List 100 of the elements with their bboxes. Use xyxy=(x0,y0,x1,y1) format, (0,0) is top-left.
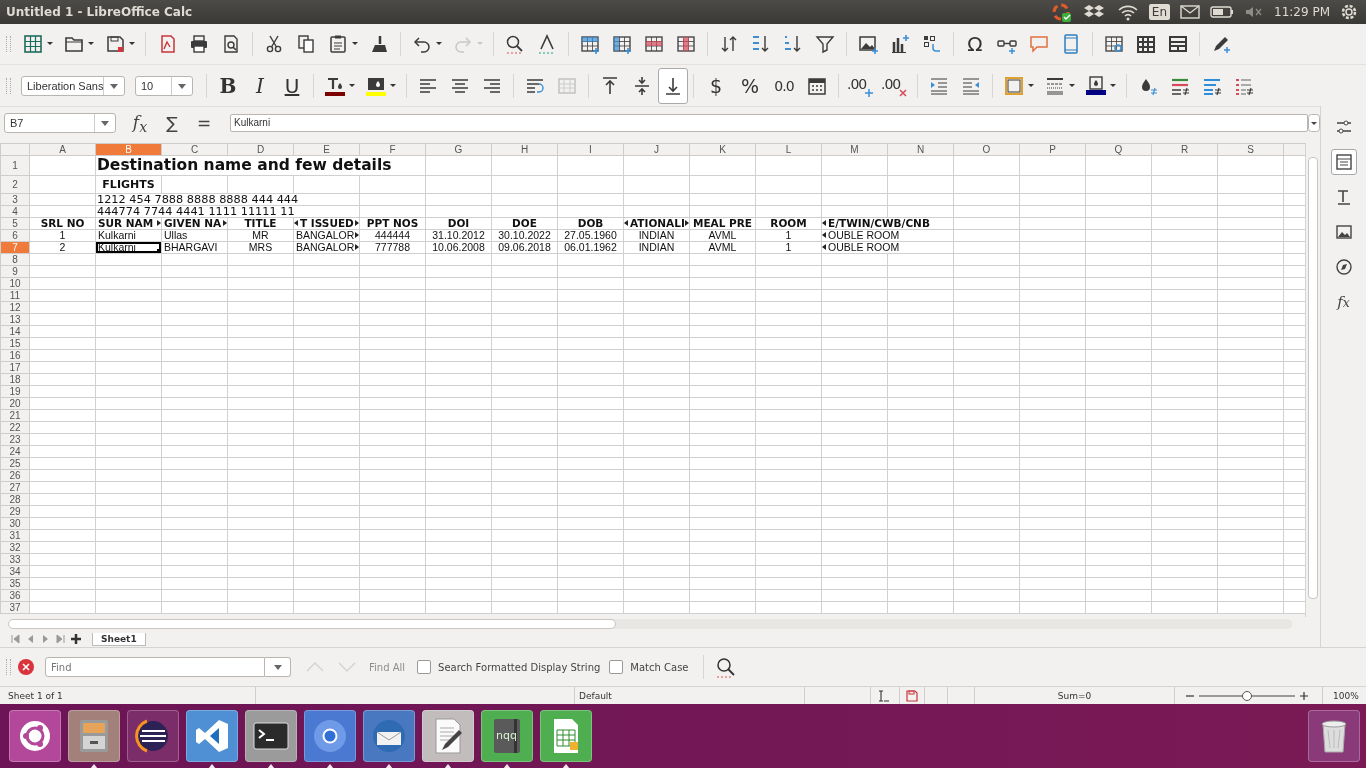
keyboard-layout-indicator[interactable]: En xyxy=(1148,4,1170,20)
font-name-field[interactable]: Liberation Sans xyxy=(21,75,125,96)
column-header[interactable]: K xyxy=(689,143,756,156)
checkbox[interactable] xyxy=(417,660,432,674)
clipboard-icon[interactable] xyxy=(327,33,349,55)
column-header[interactable]: O xyxy=(953,143,1020,156)
speaker-muted-icon[interactable] xyxy=(1244,4,1264,20)
sheet-indicator: Sheet 1 of 1 xyxy=(8,690,63,701)
column-header[interactable]: R xyxy=(1151,143,1218,156)
percent-button[interactable]: % xyxy=(737,74,763,97)
split-icon[interactable] xyxy=(1167,33,1189,55)
clock[interactable]: 11:29 PM xyxy=(1274,5,1330,19)
power-icon[interactable] xyxy=(1340,2,1358,22)
delete-rows-icon[interactable] xyxy=(643,33,665,55)
expand-icon[interactable] xyxy=(1308,114,1320,133)
table-cell: SRL NO xyxy=(29,217,96,230)
table-cell: 1 xyxy=(755,229,822,242)
slider-thumb[interactable] xyxy=(1242,690,1252,701)
search-icon[interactable] xyxy=(714,656,737,678)
print-area-icon[interactable] xyxy=(1103,33,1125,55)
cross-icon xyxy=(899,88,907,97)
number-format-button[interactable]: 0.0 xyxy=(771,77,797,94)
scrollbar-thumb[interactable] xyxy=(1308,156,1318,599)
plus-icon xyxy=(865,88,873,97)
copy-icon[interactable] xyxy=(295,33,317,55)
formula-input[interactable]: Kulkarni xyxy=(230,114,1308,133)
filter-icon[interactable] xyxy=(814,33,836,55)
launcher-item[interactable] xyxy=(67,710,120,762)
table-cell: DOE xyxy=(491,217,558,230)
column-header[interactable]: H xyxy=(491,143,558,156)
launcher-item[interactable] xyxy=(421,710,474,762)
row-header[interactable]: 1 xyxy=(0,155,30,176)
name-box[interactable]: B7 xyxy=(4,113,116,134)
italic-button[interactable]: I xyxy=(248,73,272,98)
print-icon[interactable] xyxy=(188,33,210,55)
function-wizard-button[interactable]: f$_{x}$ xyxy=(124,111,156,136)
column-header[interactable]: P xyxy=(1019,143,1086,156)
freeze-icon[interactable] xyxy=(1135,33,1157,55)
launcher-item[interactable] xyxy=(126,710,179,762)
sidebar-tab[interactable] xyxy=(1330,149,1357,175)
pivot-table-icon[interactable] xyxy=(921,33,943,55)
zoom-level[interactable]: 100% xyxy=(1333,690,1359,701)
launcher-item[interactable] xyxy=(244,710,297,762)
table-cell: SUR NAM xyxy=(95,217,162,230)
dropdown-button[interactable] xyxy=(265,657,291,677)
bold-button[interactable]: B xyxy=(216,73,240,98)
border-color-icon[interactable] xyxy=(1085,74,1107,97)
column-header[interactable]: J xyxy=(623,143,690,156)
column-header[interactable]: S xyxy=(1217,143,1284,156)
table-cell: Ullas xyxy=(161,229,228,242)
update-icon[interactable] xyxy=(1050,2,1071,22)
save-icon[interactable] xyxy=(906,689,918,702)
zoom-in-icon[interactable] xyxy=(1299,690,1309,701)
column-header[interactable]: E xyxy=(293,143,360,156)
launcher-item[interactable] xyxy=(185,710,238,762)
special-character-button[interactable]: Ω xyxy=(963,32,987,56)
app-label: nqq xyxy=(495,729,518,742)
column-header[interactable]: Q xyxy=(1085,143,1152,156)
dropdown-arrow-icon[interactable] xyxy=(272,662,283,672)
launcher-item[interactable] xyxy=(8,710,61,762)
launcher-item[interactable] xyxy=(362,710,415,762)
underline-button[interactable]: U xyxy=(280,73,304,98)
add-decimal-button[interactable]: .00 xyxy=(847,74,875,97)
column-header[interactable]: I xyxy=(557,143,624,156)
checkbox[interactable] xyxy=(609,660,624,674)
align-bottom-icon[interactable] xyxy=(658,67,688,104)
column-header[interactable]: M xyxy=(821,143,888,156)
insert-rows-icon[interactable] xyxy=(579,33,601,55)
mail-icon[interactable] xyxy=(1180,4,1200,20)
spreadsheet-icon[interactable] xyxy=(22,33,44,55)
font-size-field[interactable]: 10 xyxy=(135,75,193,96)
save-icon[interactable] xyxy=(104,33,126,55)
delete-columns-icon[interactable] xyxy=(675,33,697,55)
column-header[interactable]: L xyxy=(755,143,822,156)
find-field[interactable]: Find xyxy=(45,657,265,677)
add-sheet-icon[interactable] xyxy=(71,634,81,645)
sum-button[interactable]: ∑ xyxy=(156,113,188,134)
horizontal-scrollbar[interactable] xyxy=(8,619,1292,630)
delete-decimal-button[interactable]: .00 xyxy=(881,74,909,97)
launcher-item[interactable]: nqq xyxy=(480,710,533,762)
sheet-tab[interactable]: Sheet1 xyxy=(92,632,146,646)
column-header[interactable]: N xyxy=(887,143,954,156)
launcher-item[interactable] xyxy=(1307,710,1360,762)
formula-button[interactable]: = xyxy=(188,113,220,134)
battery-icon[interactable] xyxy=(1210,4,1234,20)
column-header[interactable]: C xyxy=(161,143,228,156)
chart-icon[interactable] xyxy=(889,33,911,55)
insert-columns-icon[interactable] xyxy=(611,33,633,55)
launcher-item[interactable] xyxy=(303,710,356,762)
close-icon[interactable] xyxy=(17,658,35,676)
currency-button[interactable]: $ xyxy=(703,74,729,97)
table-cell: Destination name and few details xyxy=(95,155,426,176)
wifi-icon[interactable] xyxy=(1116,3,1139,21)
launcher-item[interactable] xyxy=(539,710,592,762)
column-header[interactable]: D xyxy=(227,143,294,156)
column-header[interactable]: F xyxy=(359,143,426,156)
column-header[interactable]: A xyxy=(29,143,96,156)
table-cell: 06.01.1962 xyxy=(557,241,624,254)
image-icon[interactable] xyxy=(857,33,879,55)
column-header[interactable]: G xyxy=(425,143,492,156)
